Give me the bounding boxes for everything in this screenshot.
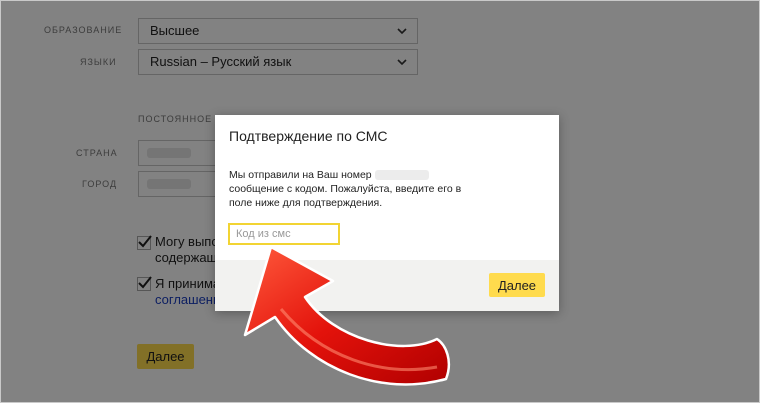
blurred-phone-number bbox=[374, 170, 429, 181]
dialog-next-button[interactable]: Далее bbox=[489, 273, 545, 297]
dialog-title: Подтверждение по СМС bbox=[229, 128, 388, 144]
message-part-2: сообщение с кодом. Пожалуйста, введите е… bbox=[229, 183, 462, 209]
dialog-message: Мы отправили на Ваш номер сообщение с ко… bbox=[229, 168, 469, 210]
message-part-1: Мы отправили на Ваш номер bbox=[229, 169, 372, 181]
page-frame: ОБРАЗОВАНИЕ Высшее ЯЗЫКИ Russian – Русск… bbox=[0, 0, 760, 403]
red-arrow-icon bbox=[243, 245, 451, 386]
